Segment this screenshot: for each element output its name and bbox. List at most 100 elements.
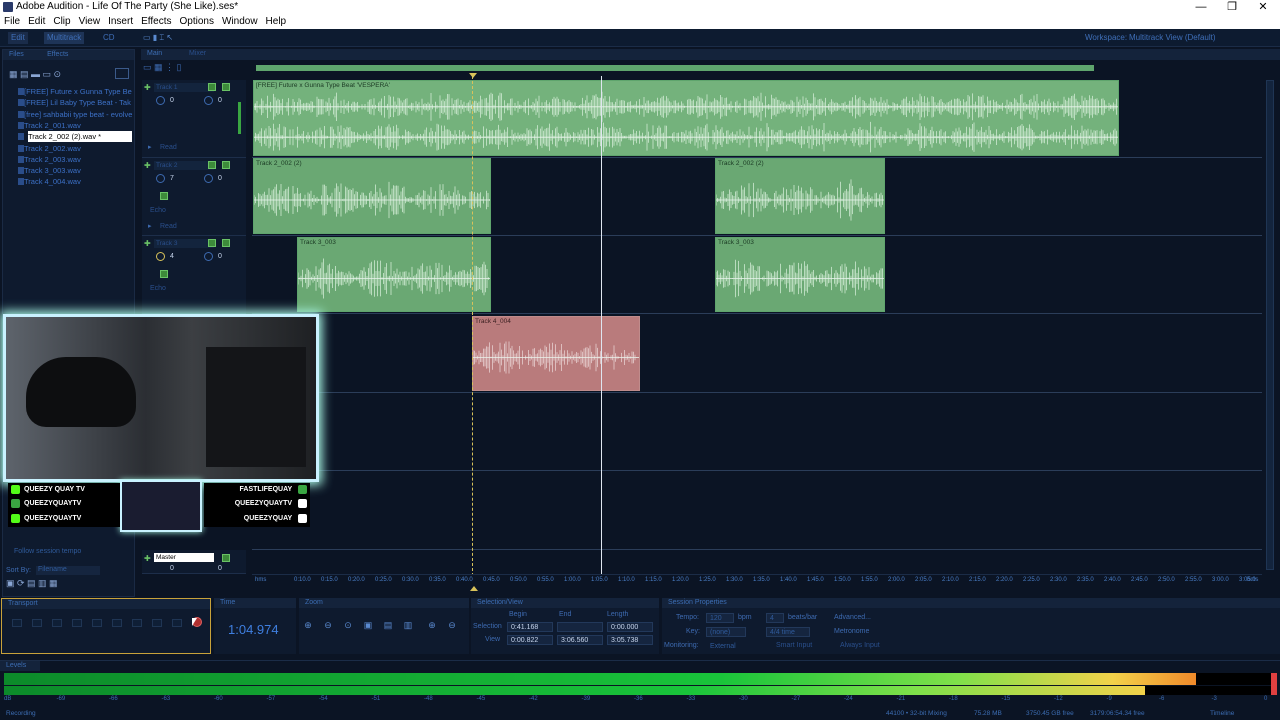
cd-view-button[interactable]: CD <box>100 32 118 44</box>
track-expand-icon[interactable]: ✚ <box>144 239 151 248</box>
selection-start-marker[interactable] <box>472 76 473 576</box>
files-toolbar-icons[interactable]: ▦ ▤ ▬ ▭ ⊙ <box>9 69 61 80</box>
solo-button[interactable] <box>222 161 230 169</box>
time-signature-select[interactable]: 4/4 time <box>766 627 810 637</box>
track-expand-icon[interactable]: ✚ <box>144 161 151 170</box>
audio-clip-track3-a[interactable]: Track 3_003 <box>297 237 491 312</box>
audio-clip-track2-b[interactable]: Track 2_002 (2) <box>715 158 885 234</box>
fast-forward-button[interactable] <box>152 619 162 627</box>
audio-clip-track3-b[interactable]: Track 3_003 <box>715 237 885 312</box>
clip-indicator[interactable] <box>1271 673 1277 695</box>
file-list-item[interactable]: [free] sahbabii type beat - evolve <box>24 109 134 120</box>
audio-clip-future-gunna[interactable]: [FREE] Future x Gunna Type Beat 'VESPERA… <box>253 80 1119 156</box>
menu-file[interactable]: File <box>0 14 24 29</box>
smart-input-option[interactable]: Smart Input <box>776 642 812 649</box>
zoom-in-vertical-icon[interactable]: ⊕ <box>427 620 437 630</box>
files-options-icon[interactable] <box>115 68 129 79</box>
go-to-start-button[interactable] <box>112 619 122 627</box>
menu-clip[interactable]: Clip <box>49 14 74 29</box>
master-mute-button[interactable] <box>222 554 230 562</box>
selection-end-field[interactable] <box>557 622 603 632</box>
rewind-button[interactable] <box>132 619 142 627</box>
pan-knob[interactable] <box>204 96 213 105</box>
zoom-selection-icon[interactable]: ▣ <box>363 620 373 630</box>
workspace-select[interactable]: Multitrack View (Default) <box>1126 32 1219 44</box>
track-name[interactable]: Track 3 <box>154 239 214 248</box>
follow-session-tempo[interactable]: Follow session tempo <box>14 548 81 555</box>
file-list-item[interactable]: Track 2_002 (2).wav * <box>28 131 132 143</box>
always-input-option[interactable]: Always Input <box>840 642 880 649</box>
files-bottom-icons[interactable]: ▣ ⟳ ▤ ▥ ▦ <box>6 578 58 589</box>
beats-field[interactable]: 4 <box>766 613 784 623</box>
maximize-button[interactable]: ❐ <box>1217 0 1247 14</box>
tab-main[interactable]: Main <box>147 50 162 57</box>
go-to-end-button[interactable] <box>172 619 182 627</box>
file-list-item[interactable]: [FREE] Future x Gunna Type Be <box>24 86 134 97</box>
zoom-out-horizontal-icon[interactable]: ⊖ <box>323 620 333 630</box>
mute-button[interactable] <box>208 161 216 169</box>
edit-view-button[interactable]: Edit <box>8 32 28 44</box>
file-list-item[interactable]: [FREE] Lil Baby Type Beat - Tak <box>24 97 134 108</box>
tab-files[interactable]: Files <box>9 51 24 58</box>
sort-by-select[interactable]: Filename <box>36 566 100 575</box>
audio-clip-track2-a[interactable]: Track 2_002 (2) <box>253 158 491 234</box>
play-from-cursor-button[interactable] <box>72 619 82 627</box>
automation-mode[interactable]: Read <box>160 144 177 151</box>
menu-view[interactable]: View <box>75 14 105 29</box>
effects-power-button[interactable] <box>160 192 168 200</box>
volume-knob[interactable] <box>156 252 165 261</box>
view-end-field[interactable]: 3:06.560 <box>557 635 603 645</box>
track-name[interactable]: Track 1 <box>154 83 214 92</box>
effects-power-button[interactable] <box>160 270 168 278</box>
overview-scrollbar[interactable] <box>256 65 1094 71</box>
audio-clip-track4[interactable]: Track 4_004 <box>472 316 640 391</box>
zoom-full-icon[interactable]: ⊙ <box>343 620 353 630</box>
minimize-button[interactable]: — <box>1186 0 1216 14</box>
monitoring-select[interactable]: External <box>706 641 756 651</box>
pause-button[interactable] <box>52 619 62 627</box>
file-list-item[interactable]: Track 2_003.wav <box>24 154 134 165</box>
multitrack-view-button[interactable]: Multitrack <box>44 32 85 44</box>
editor-tool-icons[interactable]: ▭ ▦ ⋮ ▯ <box>143 62 243 76</box>
volume-knob[interactable] <box>156 174 165 183</box>
pan-knob[interactable] <box>204 174 213 183</box>
tempo-field[interactable]: 120 <box>706 613 734 623</box>
tab-effects[interactable]: Effects <box>47 51 68 58</box>
solo-button[interactable] <box>222 83 230 91</box>
track-expand-icon[interactable]: ✚ <box>144 83 151 92</box>
selection-length-field[interactable]: 0:00.000 <box>607 622 653 632</box>
menu-window[interactable]: Window <box>218 14 262 29</box>
timeline-ruler[interactable]: hms hms 0:10.0 0:15.0 0:20.0 0:25.0 0:30.0 0:… <box>252 574 1262 588</box>
file-list-item[interactable]: Track 3_003.wav <box>24 165 134 176</box>
selection-begin-field[interactable]: 0:41.168 <box>507 622 553 632</box>
zoom-out-vertical-icon[interactable]: ⊖ <box>447 620 457 630</box>
effect-slot[interactable]: Echo <box>150 285 166 292</box>
file-list-item[interactable]: Track 2_001.wav <box>24 120 134 131</box>
mute-button[interactable] <box>208 83 216 91</box>
track-expand-icon[interactable]: ✚ <box>144 554 151 563</box>
loop-button[interactable] <box>92 619 102 627</box>
volume-knob[interactable] <box>156 96 165 105</box>
menu-help[interactable]: Help <box>262 14 291 29</box>
mute-button[interactable] <box>208 239 216 247</box>
key-select[interactable]: (none) <box>706 627 746 637</box>
zoom-right-edge-icon[interactable]: ▥ <box>403 620 413 630</box>
selection-marker-handle[interactable] <box>469 73 477 78</box>
ruler-selection-marker[interactable] <box>470 586 478 591</box>
vertical-scrollbar[interactable] <box>1266 80 1274 570</box>
automation-expand-icon[interactable]: ▸ <box>148 222 152 230</box>
view-begin-field[interactable]: 0:00.822 <box>507 635 553 645</box>
tool-icons[interactable]: ▭ ▮ ⌶ ↖ <box>140 32 176 44</box>
menu-options[interactable]: Options <box>176 14 218 29</box>
view-length-field[interactable]: 3:05.738 <box>607 635 653 645</box>
master-track-name[interactable]: Master <box>154 553 214 562</box>
automation-expand-icon[interactable]: ▸ <box>148 143 152 151</box>
metronome-button[interactable]: Metronome <box>834 628 869 635</box>
effect-slot[interactable]: Echo <box>150 207 166 214</box>
file-list-item[interactable]: Track 2_002.wav <box>24 143 134 154</box>
playhead-cursor[interactable] <box>601 76 602 576</box>
file-list-item[interactable]: Track 4_004.wav <box>24 176 134 187</box>
menu-insert[interactable]: Insert <box>104 14 137 29</box>
zoom-left-edge-icon[interactable]: ▤ <box>383 620 393 630</box>
zoom-in-horizontal-icon[interactable]: ⊕ <box>303 620 313 630</box>
